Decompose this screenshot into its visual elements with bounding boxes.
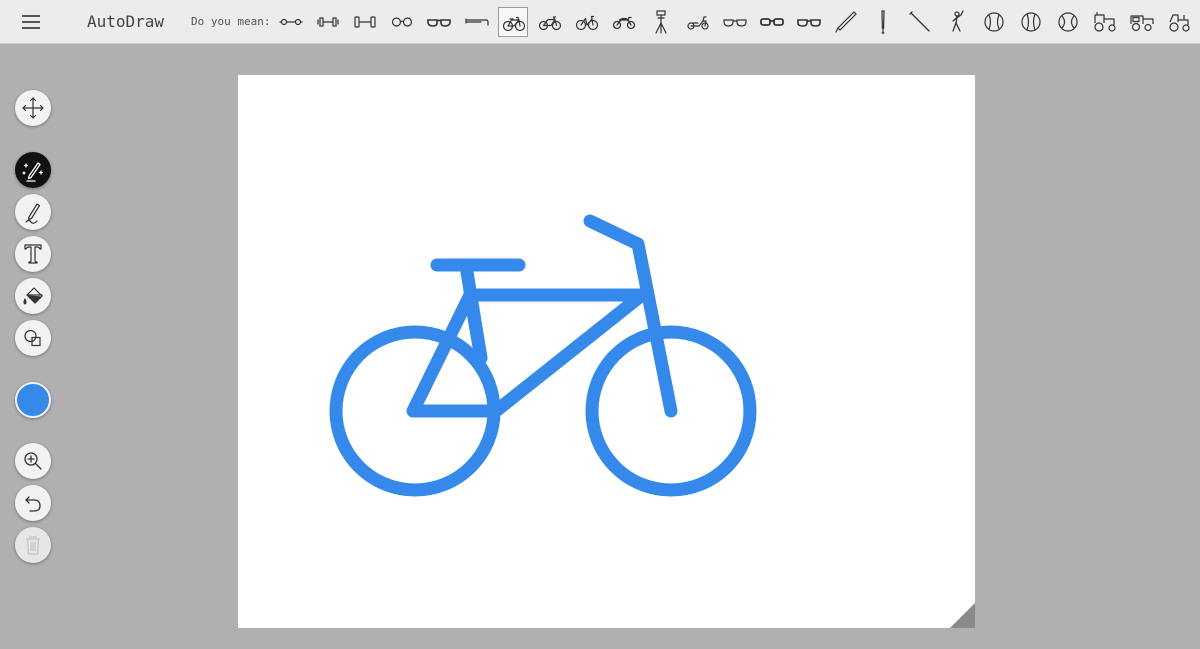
autodraw-tool[interactable] bbox=[15, 152, 51, 188]
suggestion-sunglasses-icon[interactable] bbox=[720, 7, 750, 37]
suggestion-baseball-player-icon[interactable] bbox=[942, 7, 972, 37]
suggestion-barbell-icon[interactable] bbox=[350, 7, 380, 37]
undo-icon bbox=[25, 496, 41, 512]
zoom-tool[interactable] bbox=[15, 443, 51, 479]
suggestion-eyeglasses-icon[interactable] bbox=[387, 7, 417, 37]
text-tool[interactable] bbox=[15, 236, 51, 272]
color-picker[interactable] bbox=[15, 382, 51, 418]
suggestion-dumbbell-icon[interactable] bbox=[276, 7, 306, 37]
delete-button[interactable] bbox=[15, 527, 51, 563]
suggestion-dumbbell-icon[interactable] bbox=[313, 7, 343, 37]
top-bar: AutoDraw Do you mean: bbox=[0, 0, 1200, 44]
shape-icon bbox=[24, 329, 41, 347]
suggestion-baseball-bat-icon[interactable] bbox=[831, 7, 861, 37]
bicycle-drawing[interactable] bbox=[238, 75, 975, 628]
suggestion-sunglasses-icon[interactable] bbox=[424, 7, 454, 37]
suggestion-baseball-icon[interactable] bbox=[1053, 7, 1083, 37]
autodraw-icon bbox=[22, 162, 44, 182]
fill-bucket-icon bbox=[23, 287, 43, 305]
suggestion-scooter-icon[interactable] bbox=[683, 7, 713, 37]
trash-icon bbox=[26, 536, 40, 555]
pencil-icon bbox=[25, 203, 41, 224]
undo-button[interactable] bbox=[15, 485, 51, 521]
move-tool[interactable] bbox=[15, 90, 51, 126]
suggestion-motorcycle-icon[interactable] bbox=[609, 7, 639, 37]
suggestion-tractor-icon[interactable] bbox=[1164, 7, 1194, 37]
suggestion-label: Do you mean: bbox=[191, 15, 271, 28]
move-icon bbox=[22, 97, 44, 119]
suggestion-bicycle-icon[interactable] bbox=[535, 7, 565, 37]
app-title: AutoDraw bbox=[87, 12, 165, 31]
suggestion-tripod-icon[interactable] bbox=[646, 7, 676, 37]
suggestion-bicycle-icon[interactable] bbox=[498, 7, 528, 37]
suggestion-baseball-icon[interactable] bbox=[1016, 7, 1046, 37]
drawing-canvas[interactable] bbox=[238, 75, 975, 628]
suggestion-baseball-bat-icon[interactable] bbox=[905, 7, 935, 37]
suggestion-tractor-icon[interactable] bbox=[1127, 7, 1157, 37]
bicycle-frame bbox=[406, 288, 649, 418]
suggestion-eyeglasses-icon[interactable] bbox=[757, 7, 787, 37]
suggestion-eyeglasses-icon[interactable] bbox=[794, 7, 824, 37]
shape-tool[interactable] bbox=[15, 320, 51, 356]
suggestion-tractor-icon[interactable] bbox=[1090, 7, 1120, 37]
suggestion-baseball-icon[interactable] bbox=[979, 7, 1009, 37]
suggestion-trombone-icon[interactable] bbox=[461, 7, 491, 37]
text-icon bbox=[24, 244, 42, 264]
hamburger-icon[interactable] bbox=[20, 12, 42, 32]
suggestion-bicycle-icon[interactable] bbox=[572, 7, 602, 37]
zoom-in-icon bbox=[24, 452, 42, 470]
draw-tool[interactable] bbox=[15, 194, 51, 230]
suggestion-baseball-bat-icon[interactable] bbox=[868, 7, 898, 37]
fill-tool[interactable] bbox=[15, 278, 51, 314]
page-corner-fold-icon[interactable] bbox=[950, 603, 975, 628]
